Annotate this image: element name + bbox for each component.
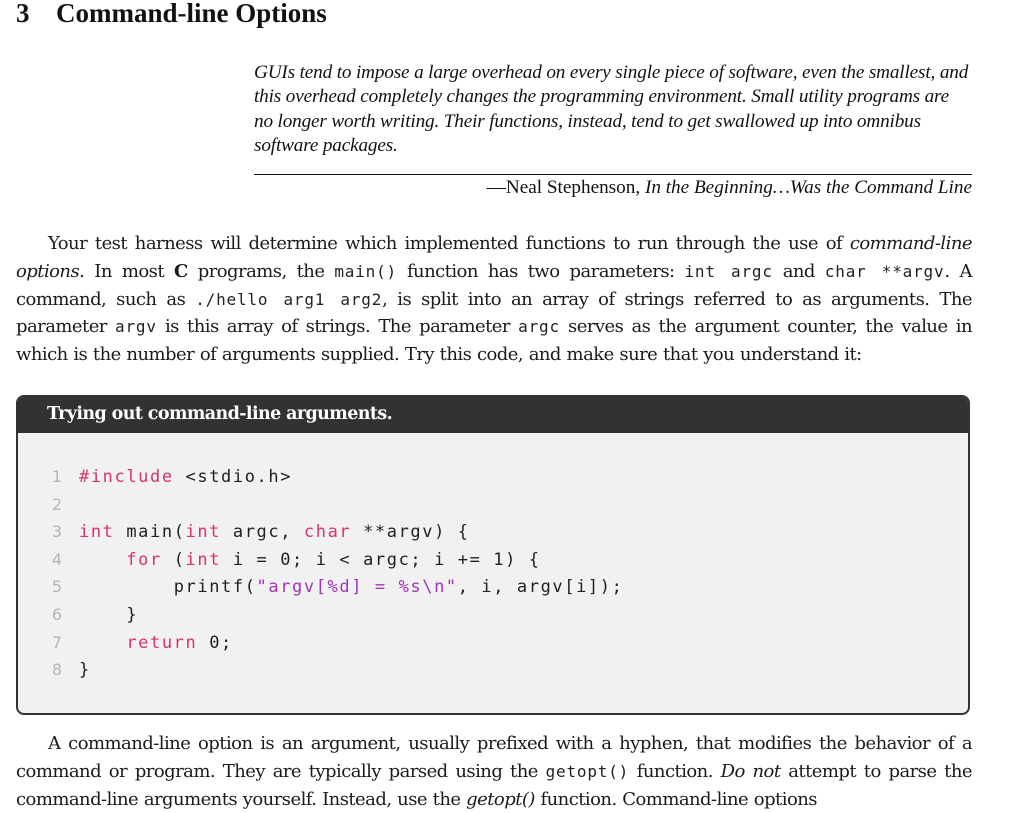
text: function has two parameters: [396,260,685,282]
language-name: C [174,260,188,282]
inline-code: argv [115,317,157,337]
code-text: , i, argv[i]); [457,577,624,598]
emphasis: Do not [720,760,781,782]
code-line: 5 printf("argv[%d] = %s\n", i, argv[i]); [18,573,623,601]
epigraph: GUIs tend to impose a large overhead on … [254,61,972,200]
code-listing-title: Trying out command-line arguments. [18,397,968,433]
code-text: <stdio.h> [173,467,293,487]
line-number: 6 [51,604,62,624]
code-text: 0; [197,632,233,653]
code-text: printf( [173,577,257,598]
keyword: for [126,549,162,570]
text: . In most [79,260,174,282]
epigraph-work-title: In the Beginning…Was the Command Line [644,176,972,198]
inline-code: getopt() [545,761,630,781]
keyword: int [185,522,222,543]
keyword: int [79,522,115,543]
code-block: 1 #include <stdio.h> 2 3 int main(int argc… [18,463,623,684]
line-number: 2 [51,494,62,514]
line-number: 3 [51,522,62,542]
code-text: main( [114,522,186,543]
text: and [772,260,825,282]
preprocessor-directive: #include [79,467,174,487]
code-listing: Trying out command-line arguments. 1 #inc… [16,395,970,715]
section-number: 3 [16,0,30,28]
code-text: argc, [221,522,304,543]
text: function. Command-line options [534,788,817,810]
code-text: } [79,660,91,681]
text: Your test harness will determine which i… [48,233,850,254]
line-number: 4 [51,549,62,569]
code-text: } [126,604,139,625]
code-line: 6 } [18,601,623,629]
keyword: return [126,632,198,653]
inline-code: char **argv [824,261,945,281]
text: function. [629,760,721,782]
inline-code: ./hello arg1 arg2 [195,289,383,309]
code-text: **argv) { [351,522,470,543]
inline-code: main() [334,261,397,281]
line-number: 7 [51,632,62,652]
code-line: 2 [18,491,623,519]
options-paragraph: A command-line option is an argument, us… [16,730,973,813]
epigraph-author: —Neal Stephenson, [486,176,645,198]
epigraph-quote: GUIs tend to impose a large overhead on … [254,62,969,157]
line-number: 1 [51,467,62,486]
string-literal: "argv[%d] = %s\n" [256,577,458,598]
code-text: ( [161,549,186,570]
code-text: i = 0; i < argc; i += 1) { [221,549,541,570]
text: programs, the [187,260,335,282]
section-title: Command-line Options [56,0,327,28]
code-line: 3 int main(int argc, char **argv) { [18,518,623,546]
inline-code: int argc [684,261,773,281]
section-heading: 3 Command-line Options [16,0,327,28]
code-line: 8} [18,656,623,684]
keyword: int [185,549,222,570]
text: is this array of strings. The parameter [156,316,519,338]
intro-paragraph: Your test harness will determine which i… [16,230,973,369]
inline-code: argc [518,317,560,337]
epigraph-divider [254,173,972,175]
line-number: 5 [51,577,62,597]
code-line: 1 #include <stdio.h> [18,463,623,491]
code-line: 7 return 0; [18,629,623,657]
code-line: 4 for (int i = 0; i < argc; i += 1) { [18,546,623,574]
line-number: 8 [51,660,62,680]
emphasis: getopt() [466,788,535,810]
epigraph-attribution: —Neal Stephenson, In the Beginning…Was t… [254,176,972,200]
keyword: char [303,522,352,543]
